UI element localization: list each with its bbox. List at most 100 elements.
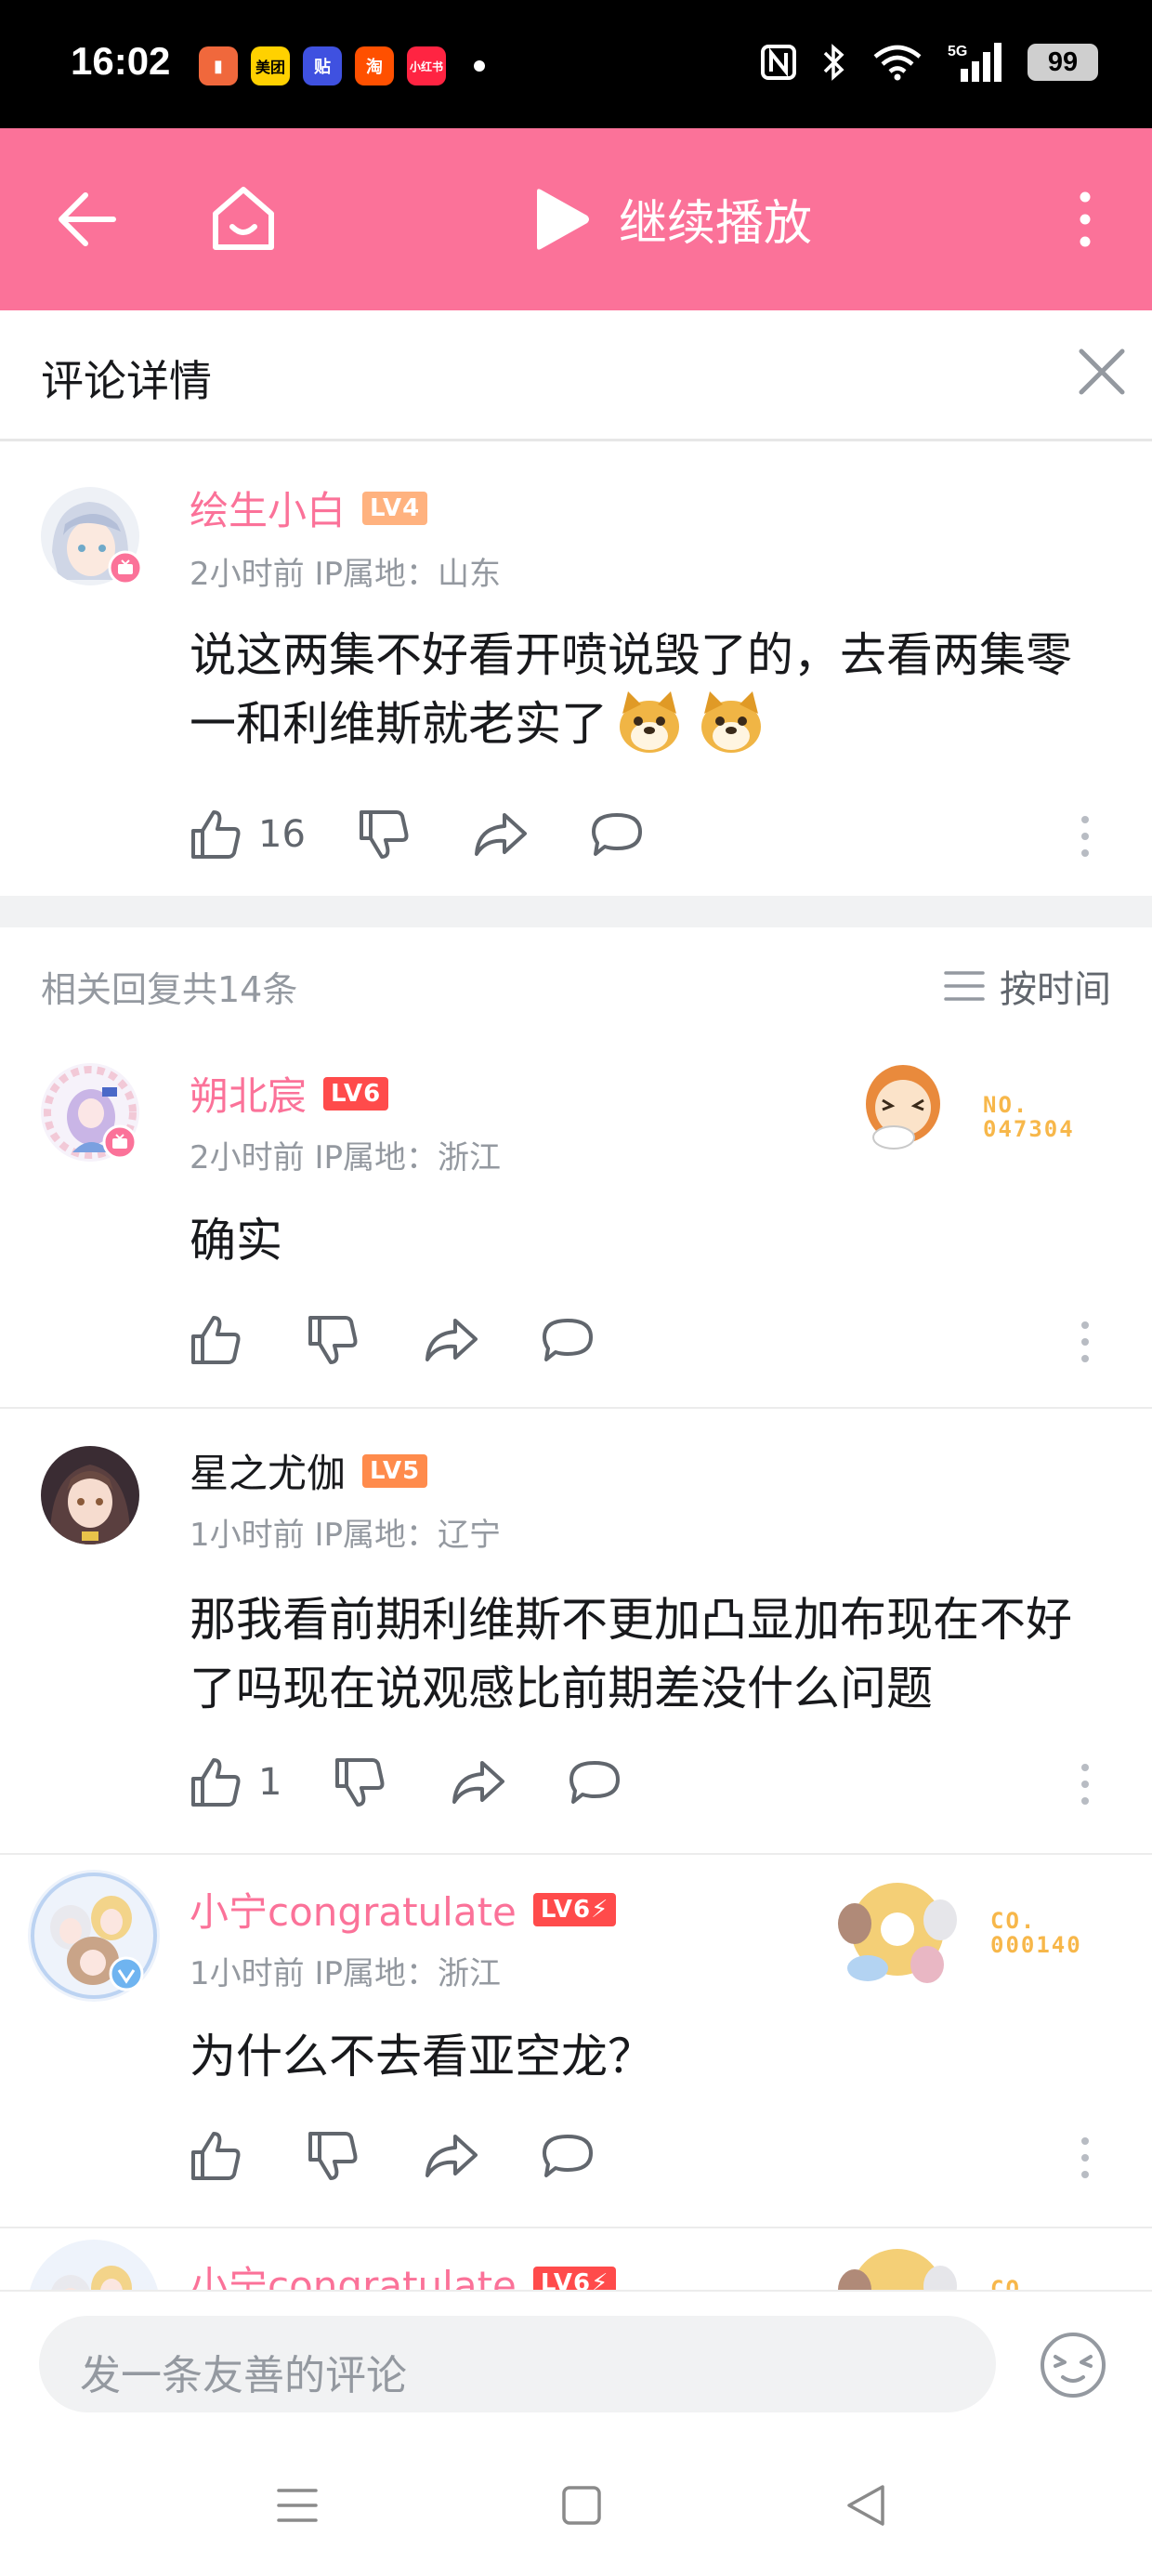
username-text: 绘生小白 — [190, 488, 347, 533]
thumbs-down-icon[interactable] — [307, 2130, 359, 2182]
like-count: 16 — [258, 813, 306, 856]
thumbs-up-icon[interactable] — [190, 2130, 242, 2182]
close-icon[interactable] — [1078, 348, 1126, 396]
username[interactable]: 星之尤伽 LV5 — [190, 1442, 428, 1499]
thumbs-down-icon[interactable] — [334, 1756, 386, 1808]
svg-text:5G: 5G — [948, 44, 967, 59]
verified-badge-icon — [109, 1956, 144, 1991]
username-text: 星之尤伽 — [190, 1451, 347, 1496]
thumbs-up-icon[interactable] — [190, 1314, 242, 1366]
share-icon[interactable] — [424, 2133, 479, 2179]
level-badge: LV5 — [362, 1453, 428, 1488]
more-vertical-icon[interactable] — [1074, 191, 1096, 247]
comment-more-icon[interactable] — [1078, 2136, 1093, 2180]
more-notifications-dot — [474, 60, 485, 72]
comment-actions: 16 — [190, 808, 644, 861]
live-badge-icon — [108, 550, 143, 585]
comment-more-icon[interactable] — [1078, 1762, 1093, 1807]
status-indicators: 5G 99 — [760, 41, 1098, 84]
username[interactable]: 小宁congratulate LV6⚡ — [190, 2254, 617, 2290]
comment-ip: IP属地：浙江 — [314, 1139, 501, 1176]
comment-more-icon[interactable] — [1078, 814, 1093, 859]
fan-badge-number: NO. 047304 — [983, 1092, 1075, 1142]
continue-play-button[interactable]: 继续播放 — [531, 184, 812, 254]
like-count: 1 — [258, 1761, 282, 1804]
section-gap — [0, 896, 1152, 927]
comment-meta: 1小时前 IP属地：辽宁 — [190, 1509, 501, 1555]
taobao-app-icon: 淘 — [355, 46, 394, 85]
battery-indicator: 99 — [1028, 44, 1098, 81]
recent-apps-icon[interactable] — [277, 2485, 318, 2526]
thumbs-up-icon — [191, 1758, 241, 1807]
sort-list-icon — [944, 971, 985, 1001]
comment-ip: IP属地：浙江 — [314, 1955, 501, 1992]
like-button[interactable]: 16 — [190, 808, 306, 861]
comment-ip: IP属地：山东 — [314, 556, 501, 593]
username-text: 小宁congratulate — [190, 1889, 517, 1935]
comment-actions — [190, 2130, 595, 2182]
bluetooth-icon — [823, 44, 844, 81]
avatar[interactable] — [41, 1446, 139, 1544]
comment-input[interactable]: 发一条友善的评论 — [39, 2316, 996, 2412]
fan-badge-number: CO. 000140 — [990, 1908, 1082, 1958]
notification-app-icons: ▮ 美团 贴 淘 小红书 — [199, 46, 485, 85]
thumbs-down-icon[interactable] — [307, 1314, 359, 1366]
fan-badge-image — [866, 1065, 940, 1150]
level-badge: LV6⚡ — [532, 1892, 617, 1926]
home-square-icon[interactable] — [561, 2485, 602, 2526]
username[interactable]: 朔北宸 LV6 — [190, 1065, 389, 1122]
emoji-icon[interactable] — [1039, 2331, 1107, 2399]
doge-emoji — [701, 691, 761, 753]
fan-badge-number: CO. — [990, 2276, 1037, 2290]
thumbs-up-icon — [191, 810, 241, 859]
username-text: 朔北宸 — [190, 1073, 308, 1119]
home-icon[interactable] — [210, 184, 277, 253]
reply-bubble-icon[interactable] — [541, 2133, 595, 2179]
username-text: 小宁congratulate — [190, 2263, 517, 2290]
sort-by-time-button[interactable]: 按时间 — [944, 959, 1111, 1013]
system-nav-bar — [0, 2438, 1152, 2576]
comment-ip: IP属地：辽宁 — [314, 1517, 501, 1554]
like-button[interactable]: 1 — [190, 1756, 281, 1808]
avatar[interactable] — [28, 2240, 160, 2290]
continue-play-label: 继续播放 — [619, 196, 813, 252]
username[interactable]: 小宁congratulate LV6⚡ — [190, 1881, 617, 1938]
comment-text: 说这两集不好看开喷说毁了的，去看两集零一和利维斯就老实了 — [190, 621, 1091, 758]
reply-bubble-icon[interactable] — [568, 1759, 622, 1806]
fan-badge-image — [838, 2249, 957, 2290]
comment-more-icon[interactable] — [1078, 1320, 1093, 1364]
reply-item: 星之尤伽 LV5 1小时前 IP属地：辽宁 那我看前期利维斯不更加凸显加布现在不… — [0, 1409, 1152, 1853]
comment-text: 为什么不去看亚空龙？ — [190, 2030, 654, 2083]
live-badge-icon — [102, 1124, 137, 1160]
reply-item-partial: 小宁congratulate LV6⚡ CO. — [0, 2228, 1152, 2290]
back-arrow-icon[interactable] — [58, 191, 117, 247]
thumbs-down-icon[interactable] — [358, 808, 410, 861]
page-title: 评论详情 — [41, 356, 212, 406]
share-icon[interactable] — [424, 1317, 479, 1363]
status-time: 16:02 — [71, 39, 171, 83]
tieba-app-icon: 贴 — [303, 46, 342, 85]
main-comment: 绘生小白 LV4 2小时前 IP属地：山东 说这两集不好看开喷说毁了的，去看两集… — [0, 439, 1152, 896]
xiaohongshu-app-icon: 小红书 — [407, 46, 446, 85]
play-icon — [537, 188, 589, 250]
wifi-icon — [873, 45, 922, 81]
comment-meta: 1小时前 IP属地：浙江 — [190, 1948, 501, 1993]
reply-bubble-icon[interactable] — [541, 1317, 595, 1363]
comment-time: 2小时前 — [190, 1139, 305, 1176]
meituan-app-icon: 美团 — [251, 46, 290, 85]
share-icon[interactable] — [451, 1759, 506, 1806]
comment-meta: 2小时前 IP属地：浙江 — [190, 1132, 501, 1177]
doge-emoji — [620, 691, 679, 753]
reply-bubble-icon[interactable] — [590, 811, 644, 858]
book-app-icon: ▮ — [199, 46, 238, 85]
status-bar: 16:02 ▮ 美团 贴 淘 小红书 5G 99 — [0, 0, 1152, 128]
comment-input-bar: 发一条友善的评论 — [0, 2290, 1152, 2440]
level-badge: LV6 — [323, 1076, 389, 1111]
reply-count: 相关回复共14条 — [41, 969, 298, 1010]
player-toolbar: 继续播放 — [0, 128, 1152, 310]
comment-time: 1小时前 — [190, 1955, 305, 1992]
share-icon[interactable] — [473, 811, 529, 858]
replies-header: 相关回复共14条 按时间 — [0, 944, 1152, 1022]
back-triangle-icon[interactable] — [845, 2483, 886, 2528]
username[interactable]: 绘生小白 LV4 — [190, 480, 428, 536]
